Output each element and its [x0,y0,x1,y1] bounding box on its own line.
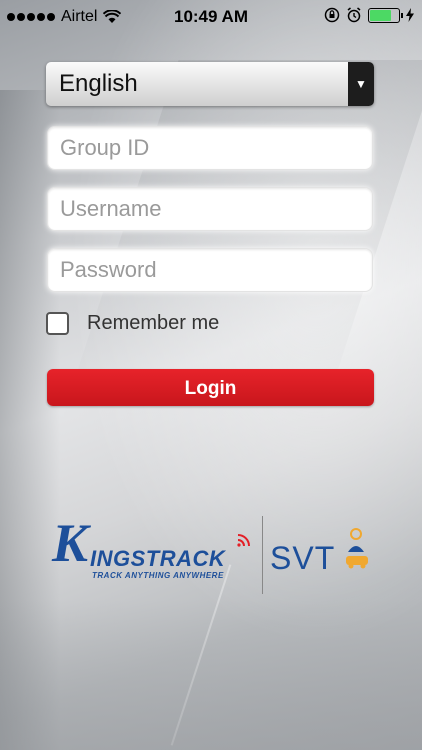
background-truck-shape [61,60,422,420]
language-value: English [59,70,138,97]
remember-me-label[interactable]: Remember me [87,312,219,335]
logo-divider [262,516,263,594]
username-field[interactable] [47,187,373,231]
brand-logos: K INGSTRACK TRACK ANYTHING ANYWHERE SVT [50,512,380,596]
kingstrack-initial: K [52,513,89,573]
remember-me-checkbox[interactable] [46,312,69,335]
svt-person-car-icon [346,528,368,569]
password-field[interactable] [47,248,373,292]
status-bar: Airtel 10:49 AM [0,0,422,34]
battery-icon [368,7,403,23]
svt-name: SVT [270,540,336,576]
status-right [324,7,414,23]
username-input[interactable] [48,188,372,230]
remember-me-row[interactable]: Remember me [46,312,219,335]
kingstrack-name: INGSTRACK [90,546,226,571]
login-button[interactable]: Login [47,369,374,406]
kingstrack-tagline: TRACK ANYTHING ANYWHERE [92,571,224,580]
password-input[interactable] [48,249,372,291]
group-id-field[interactable] [47,126,373,170]
alarm-icon [347,7,361,23]
orientation-lock-icon [324,7,340,23]
group-id-input[interactable] [48,127,372,169]
language-select[interactable]: English ▼ [46,62,374,106]
signal-waves-icon [237,534,250,547]
charging-bolt-icon [406,8,414,22]
background-road [0,600,422,750]
dropdown-arrow-icon[interactable]: ▼ [348,62,374,106]
